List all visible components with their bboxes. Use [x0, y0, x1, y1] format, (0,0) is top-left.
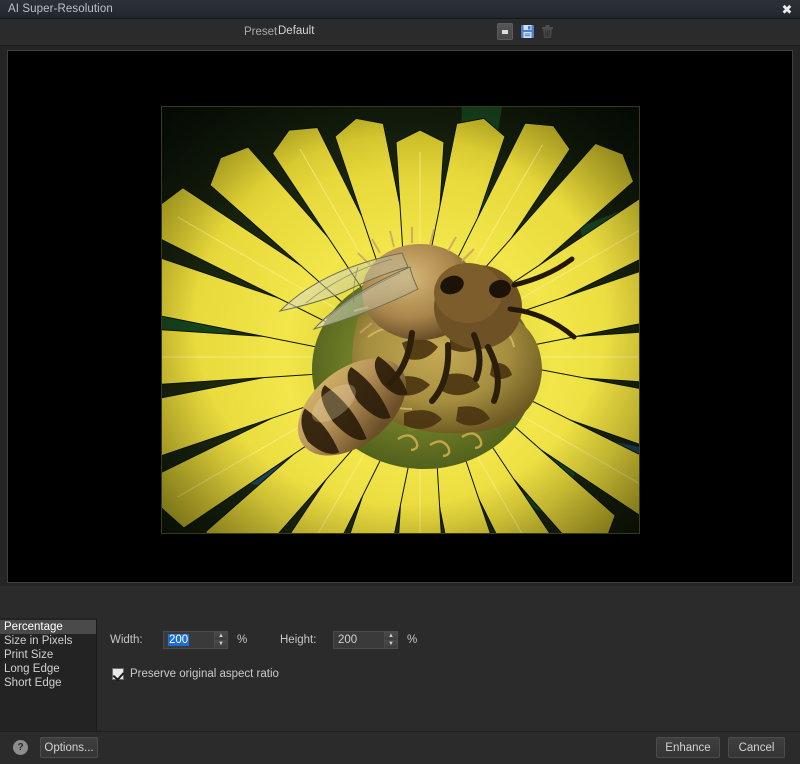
- options-button[interactable]: Options...: [40, 737, 98, 758]
- preserve-aspect-ratio-checkbox[interactable]: [112, 668, 124, 680]
- close-icon[interactable]: ✖: [778, 1, 796, 18]
- width-stepper-down-icon[interactable]: ▼: [215, 640, 227, 648]
- mode-item-size-in-pixels[interactable]: Size in Pixels: [0, 634, 96, 648]
- image-viewport[interactable]: [7, 50, 793, 583]
- ai-super-resolution-dialog: AI Super-Resolution ✖ Preset Default: [0, 0, 800, 764]
- width-unit: %: [237, 634, 247, 646]
- floppy-save-icon[interactable]: [518, 22, 537, 41]
- preview-photo: [161, 106, 640, 534]
- trash-icon: [538, 22, 557, 41]
- preserve-aspect-ratio-label: Preserve original aspect ratio: [130, 668, 279, 680]
- height-input[interactable]: 200: [333, 631, 385, 649]
- enhance-button[interactable]: Enhance: [656, 737, 720, 758]
- window-title-bar: AI Super-Resolution ✖: [0, 0, 800, 19]
- width-stepper[interactable]: ▲ ▼: [215, 631, 228, 649]
- chevron-down-icon[interactable]: [497, 23, 513, 40]
- height-stepper[interactable]: ▲ ▼: [385, 631, 398, 649]
- mode-item-print-size[interactable]: Print Size: [0, 648, 96, 662]
- height-stepper-down-icon[interactable]: ▼: [385, 640, 397, 648]
- window-title: AI Super-Resolution: [8, 3, 113, 15]
- resize-mode-list[interactable]: Percentage Size in Pixels Print Size Lon…: [0, 618, 97, 731]
- preset-label: Preset: [244, 26, 277, 38]
- mode-item-short-edge[interactable]: Short Edge: [0, 676, 96, 690]
- help-question-icon[interactable]: ?: [13, 740, 28, 755]
- mode-item-long-edge[interactable]: Long Edge: [0, 662, 96, 676]
- width-input-value: 200: [168, 634, 189, 646]
- preset-bar: Preset Default: [0, 19, 800, 46]
- preserve-aspect-ratio-row[interactable]: Preserve original aspect ratio: [112, 668, 279, 680]
- height-label: Height:: [280, 634, 316, 646]
- width-input[interactable]: 200: [163, 631, 215, 649]
- cancel-button[interactable]: Cancel: [728, 737, 785, 758]
- width-label: Width:: [110, 634, 143, 646]
- mode-item-percentage[interactable]: Percentage: [0, 620, 96, 634]
- height-unit: %: [407, 634, 417, 646]
- preview-status-bar: Show Original AI Strength 75 Generating …: [0, 586, 800, 618]
- preset-combo-value[interactable]: Default: [278, 25, 314, 37]
